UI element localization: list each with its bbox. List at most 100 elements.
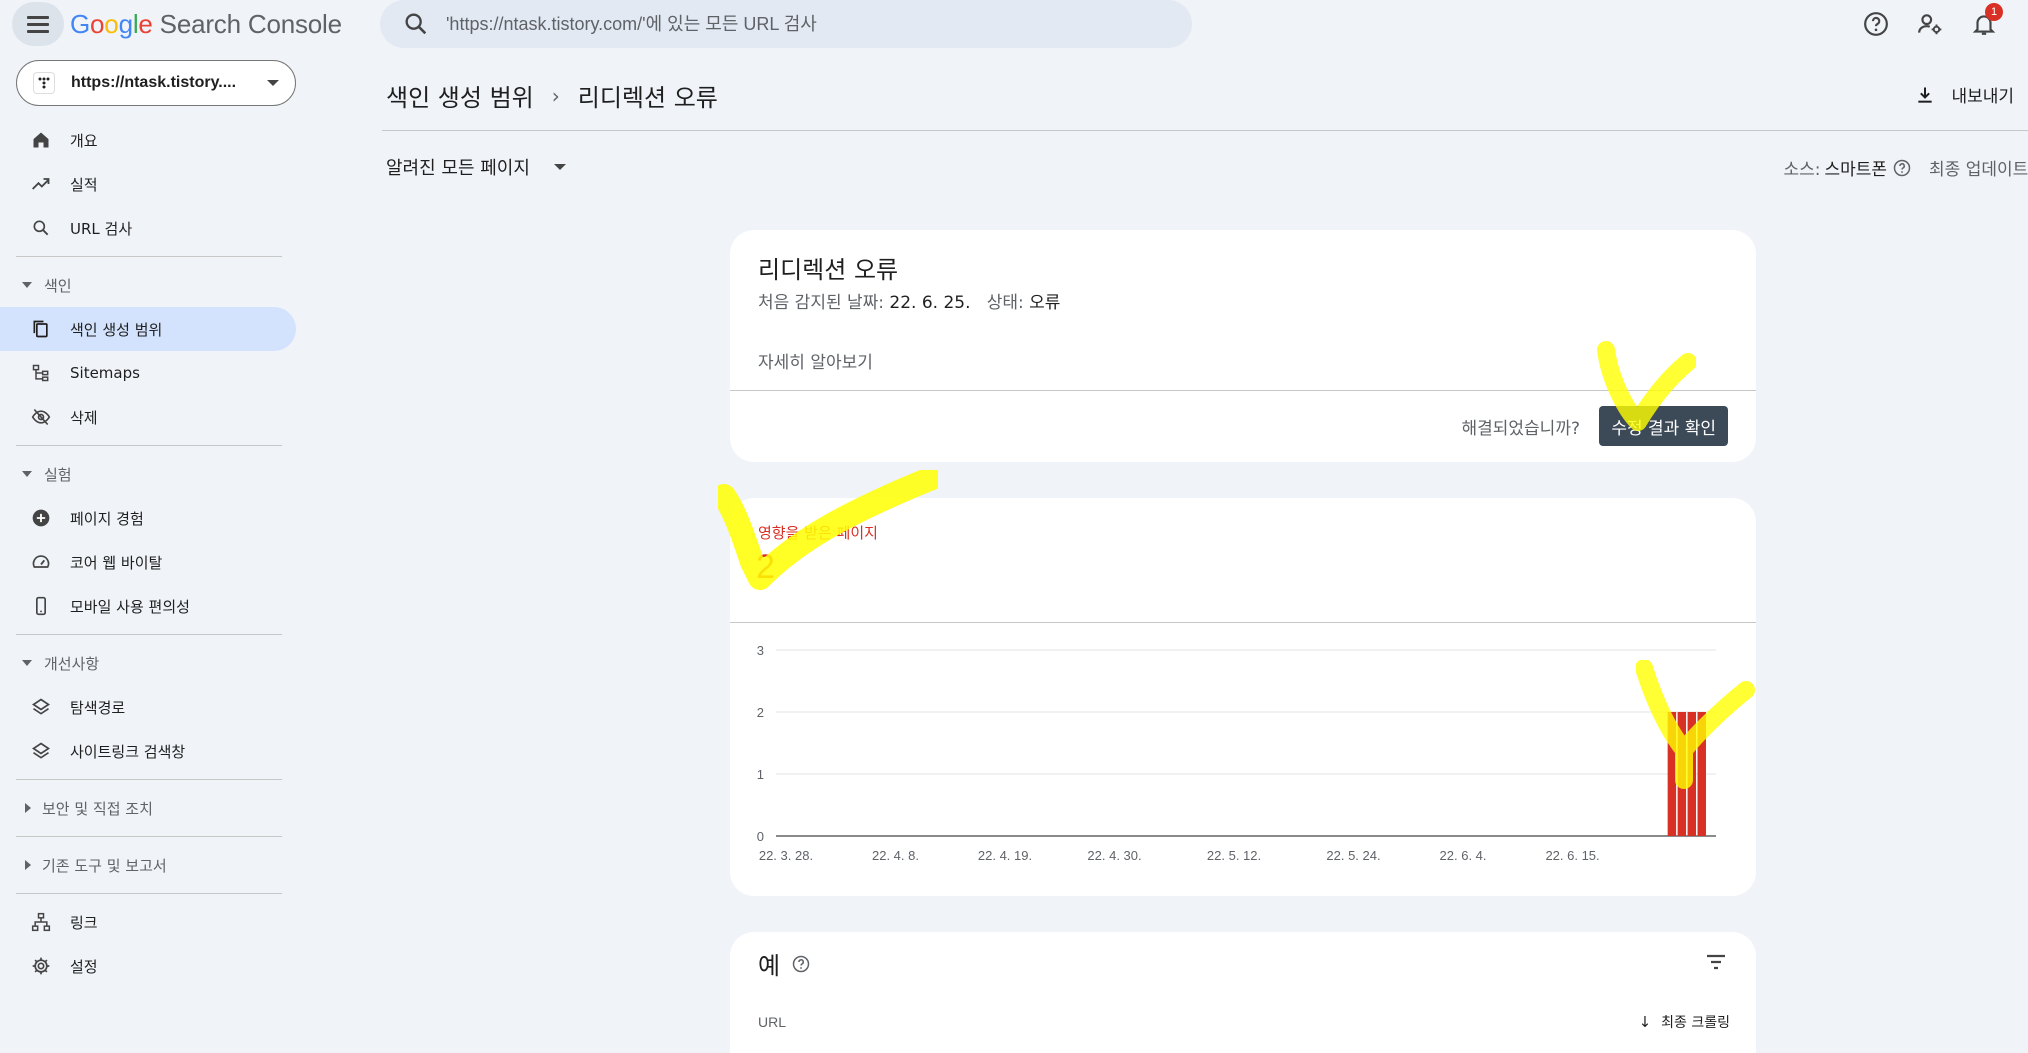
expand-icon [25, 860, 31, 870]
header-divider [382, 130, 2028, 131]
sort-arrow-down-icon: ↓ [1638, 1013, 1652, 1031]
chevron-down-icon [553, 164, 566, 170]
visibility-off-icon [30, 406, 52, 428]
smartphone-icon [30, 595, 52, 617]
x-tick-label: 22. 3. 28. [759, 848, 813, 863]
chart-bar [1697, 712, 1706, 836]
x-tick-label: 22. 4. 8. [872, 848, 919, 863]
sidebar-group-index[interactable]: 색인 [0, 263, 300, 307]
file-copy-icon [30, 318, 52, 340]
menu-icon [27, 16, 49, 33]
chart-bar [1677, 712, 1687, 836]
collapse-icon [22, 282, 32, 288]
divider [730, 390, 1756, 391]
x-tick-label: 22. 4. 19. [978, 848, 1032, 863]
divider [16, 445, 282, 446]
sidebar-item-removals[interactable]: 삭제 [0, 395, 296, 439]
source-info: 소스: 스마트폰 최종 업데이트: [1783, 159, 2028, 180]
app-logo[interactable]: Google Search Console [70, 9, 342, 40]
expand-icon [25, 803, 31, 813]
sidebar-item-sitelinks-searchbox[interactable]: 사이트링크 검색창 [0, 729, 296, 773]
x-tick-label: 22. 4. 30. [1087, 848, 1141, 863]
issue-title: 리디렉션 오류 [758, 256, 899, 284]
collapse-icon [22, 660, 32, 666]
sitemap-icon [30, 362, 52, 384]
divider [16, 256, 282, 257]
help-icon[interactable] [792, 955, 810, 973]
sidebar-group-legacy[interactable]: 기존 도구 및 보고서 [0, 843, 300, 887]
sidebar-group-experience[interactable]: 실험 [0, 452, 300, 496]
search-input[interactable] [446, 13, 1146, 35]
search-icon [30, 217, 52, 239]
divider [16, 893, 282, 894]
divider [16, 836, 282, 837]
examples-card: 예 URL ↓ 최종 크롤링 [730, 932, 1756, 1053]
account-settings-button[interactable] [1914, 8, 1946, 40]
x-tick-label: 22. 6. 4. [1440, 848, 1487, 863]
links-icon [30, 911, 52, 933]
sidebar-nav: 개요 실적 URL 검사 색인 색인 생성 범위 Sitemaps 삭제 실험 … [0, 118, 300, 988]
help-button[interactable] [1860, 8, 1892, 40]
examples-title: 예 [758, 946, 810, 981]
top-bar: GoogleSearch Console 1 [0, 0, 2028, 48]
sidebar-item-sitemaps[interactable]: Sitemaps [0, 351, 296, 395]
y-tick-label: 2 [757, 705, 764, 720]
column-header-last-crawl[interactable]: ↓ 최종 크롤링 [1639, 1012, 1730, 1032]
sidebar-item-mobile-usability[interactable]: 모바일 사용 편의성 [0, 584, 296, 628]
sidebar-item-url-inspection[interactable]: URL 검사 [0, 206, 296, 250]
property-label: https://ntask.tistory.... [71, 74, 237, 91]
speed-gauge-icon [30, 551, 52, 573]
chevron-right-icon: › [551, 83, 560, 108]
affected-pages-label[interactable]: 영향을 받은 페이지 [758, 522, 878, 543]
sidebar-group-security[interactable]: 보안 및 직접 조치 [0, 786, 300, 830]
main-menu-button[interactable] [12, 2, 64, 46]
issue-meta: 처음 감지된 날짜: 22. 6. 25. 상태: 오류 [758, 293, 1061, 313]
sidebar-item-overview[interactable]: 개요 [0, 118, 296, 162]
breadcrumb-parent-link[interactable]: 색인 생성 범위 [386, 78, 534, 113]
y-tick-label: 3 [757, 643, 764, 658]
layers-icon [30, 696, 52, 718]
notification-count-badge: 1 [1985, 3, 2003, 21]
filter-list-icon[interactable] [1704, 950, 1728, 974]
export-button[interactable]: 내보내기 [1915, 82, 2014, 107]
url-inspect-search-bar[interactable] [380, 0, 1192, 48]
learn-more-link[interactable]: 자세히 알아보기 [758, 348, 873, 373]
sidebar-group-enhancements[interactable]: 개선사항 [0, 641, 300, 685]
site-favicon-icon [33, 72, 55, 94]
download-icon [1918, 87, 1933, 103]
chart-bar [1687, 712, 1697, 836]
column-header-url[interactable]: URL [758, 1014, 786, 1030]
sidebar-item-settings[interactable]: 설정 [0, 944, 296, 988]
collapse-icon [22, 471, 32, 477]
notifications-button[interactable]: 1 [1968, 3, 2003, 40]
sidebar-item-core-web-vitals[interactable]: 코어 웹 바이탈 [0, 540, 296, 584]
validate-fix-button[interactable]: 수정 결과 확인 [1599, 406, 1728, 446]
trending-up-icon [30, 173, 52, 195]
divider [16, 779, 282, 780]
sidebar-item-links[interactable]: 링크 [0, 900, 296, 944]
sidebar-item-breadcrumbs[interactable]: 탐색경로 [0, 685, 296, 729]
home-icon [30, 129, 52, 151]
sidebar-item-index-coverage[interactable]: 색인 생성 범위 [0, 307, 296, 351]
sidebar-item-performance[interactable]: 실적 [0, 162, 296, 206]
x-tick-label: 22. 5. 12. [1207, 848, 1261, 863]
settings-icon [30, 955, 52, 977]
y-tick-label: 1 [757, 767, 764, 782]
sidebar-item-page-experience[interactable]: 페이지 경험 [0, 496, 296, 540]
affected-pages-chart: 0 1 2 3 22. 3. 28. 22. 4. 8. 22. 4. 19. 22. 4. … [757, 643, 1716, 863]
breadcrumb: 색인 생성 범위 › 리디렉션 오류 [386, 78, 718, 113]
chevron-down-icon [267, 80, 279, 86]
property-selector[interactable]: https://ntask.tistory.... [16, 60, 296, 106]
affected-pages-value: 2 [756, 548, 775, 586]
help-icon[interactable] [1893, 159, 1911, 177]
add-circle-icon [30, 507, 52, 529]
divider [16, 634, 282, 635]
issue-details-card: 리디렉션 오류 처음 감지된 날짜: 22. 6. 25. 상태: 오류 자세히… [730, 230, 1756, 462]
divider [730, 622, 1756, 623]
resolved-question: 해결되었습니까? [1461, 419, 1580, 439]
page-filter-dropdown[interactable]: 알려진 모든 페이지 [386, 154, 566, 180]
affected-pages-chart-card: 영향을 받은 페이지 2 0 1 2 3 22. 3. 28. 22. 4. 8. 22. … [730, 498, 1756, 896]
y-tick-label: 0 [757, 829, 764, 844]
search-icon [405, 13, 427, 35]
x-tick-label: 22. 6. 15. [1545, 848, 1599, 863]
